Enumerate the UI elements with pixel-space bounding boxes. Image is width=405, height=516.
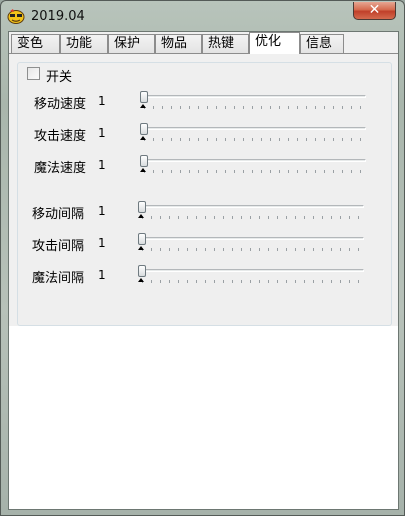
slider-ticks [142,216,364,219]
slider-ticks [144,170,366,173]
slider-track [138,269,364,272]
tab-optimize[interactable]: 优化 [249,32,300,54]
row-value-attack-speed: 1 [98,126,106,140]
slider-track [138,205,364,208]
slider-track [140,127,366,130]
tab-bar: 变色 功能 保护 物品 热键 优化 信息 [9,32,398,54]
row-label-magic-speed: 魔法速度 [34,161,87,176]
client-area: 变色 功能 保护 物品 热键 优化 信息 开关 移动速度 1 攻击速度 1 魔法… [8,31,399,510]
toggle-label[interactable]: 开关 [46,66,72,85]
window-frame: 2019.04 ✕ 变色 功能 保护 物品 热键 优化 信息 开关 移动速度 1 [0,0,405,516]
settings-group: 开关 移动速度 1 攻击速度 1 魔法速度 1 移动间隔 1 攻击间隔 1 魔法… [17,62,392,326]
toggle-checkbox[interactable] [27,67,40,80]
slider-move-speed[interactable] [140,91,368,115]
row-value-move-interval: 1 [98,204,106,218]
slider-track [140,95,366,98]
slider-marker-icon [138,214,144,218]
window-title: 2019.04 [31,9,85,24]
slider-marker-icon [140,136,146,140]
slider-marker-icon [138,246,144,250]
slider-track [140,159,366,162]
slider-attack-interval[interactable] [138,233,366,257]
close-button[interactable]: ✕ [353,2,396,20]
slider-thumb[interactable] [138,233,146,245]
tab-info[interactable]: 信息 [300,34,344,53]
slider-thumb[interactable] [138,265,146,277]
row-value-magic-speed: 1 [98,158,106,172]
row-value-attack-interval: 1 [98,236,106,250]
slider-attack-speed[interactable] [140,123,368,147]
slider-ticks [142,280,364,283]
slider-ticks [144,106,366,109]
slider-move-interval[interactable] [138,201,366,225]
slider-marker-icon [140,168,146,172]
optimize-panel: 开关 移动速度 1 攻击速度 1 魔法速度 1 移动间隔 1 攻击间隔 1 魔法… [9,54,398,326]
tab-items[interactable]: 物品 [155,34,202,53]
slider-thumb[interactable] [138,201,146,213]
slider-magic-interval[interactable] [138,265,366,289]
tab-color[interactable]: 变色 [11,34,60,53]
row-label-attack-interval: 攻击间隔 [32,239,85,254]
slider-thumb[interactable] [140,91,148,103]
tab-protect[interactable]: 保护 [108,34,155,53]
slider-ticks [144,138,366,141]
tab-function[interactable]: 功能 [60,34,108,53]
slider-thumb[interactable] [140,155,148,167]
title-bar[interactable]: 2019.04 ✕ [1,1,405,31]
app-icon [7,9,25,24]
slider-magic-speed[interactable] [140,155,368,179]
tab-hotkeys[interactable]: 热键 [202,34,249,53]
row-label-magic-interval: 魔法间隔 [32,271,85,286]
slider-thumb[interactable] [140,123,148,135]
row-value-move-speed: 1 [98,94,106,108]
slider-track [138,237,364,240]
row-label-move-interval: 移动间隔 [32,207,85,222]
row-value-magic-interval: 1 [98,268,106,282]
row-label-move-speed: 移动速度 [34,97,87,112]
slider-ticks [142,248,364,251]
row-label-attack-speed: 攻击速度 [34,129,87,144]
close-icon: ✕ [368,2,381,18]
slider-marker-icon [140,104,146,108]
slider-marker-icon [138,278,144,282]
